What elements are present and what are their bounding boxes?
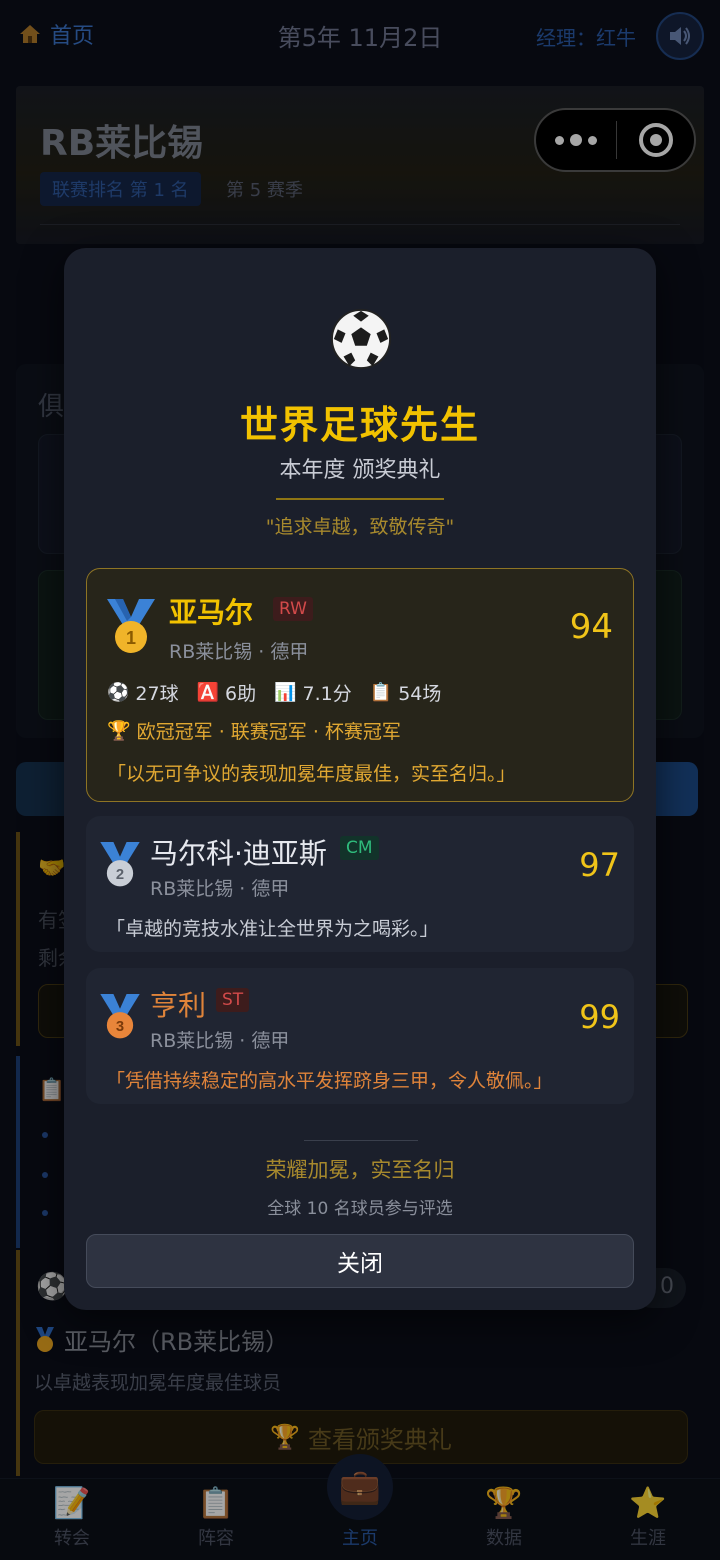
trophy-icon: 🏆 (107, 720, 131, 742)
player-club: RB莱比锡 · 德甲 (169, 641, 309, 663)
player-club: RB莱比锡 · 德甲 (150, 1030, 290, 1052)
bronze-medal-icon: 3 (100, 994, 140, 1039)
assist-icon: 🅰️ (196, 682, 220, 703)
stat-apps: 📋 54场 (370, 679, 442, 706)
position-badge: CM (340, 836, 379, 860)
winner-card-third: 3 亨利 ST RB莱比锡 · 德甲 99 「凭借持续稳定的高水平发挥跻身三甲，… (86, 968, 634, 1104)
clipboard-icon: 📋 (369, 682, 393, 703)
soccer-ball-icon (330, 308, 392, 370)
footer-divider (304, 1140, 418, 1141)
player-quote: 「卓越的竞技水准让全世界为之喝彩。」 (106, 918, 439, 940)
stat-assists: 🅰️ 6助 (197, 679, 257, 706)
winner-card-second: 2 马尔科·迪亚斯 CM RB莱比锡 · 德甲 97 「卓越的竞技水准让全世界为… (86, 816, 634, 952)
award-motto: "追求卓越，致敬传奇" (265, 516, 455, 538)
player-name: 亨利 (150, 989, 207, 1022)
voter-count: 全球 10 名球员参与评选 (267, 1199, 453, 1219)
player-honors: 🏆 欧冠冠军 · 联赛冠军 · 杯赛冠军 (107, 717, 401, 744)
player-club: RB莱比锡 · 德甲 (150, 878, 290, 900)
stat-avg-rating: 📊 7.1分 (274, 679, 352, 706)
player-rating: 99 (579, 998, 620, 1036)
player-quote: 「以无可争议的表现加冕年度最佳，实至名归。」 (107, 763, 516, 785)
position-badge: ST (216, 988, 250, 1012)
stat-goals: ⚽ 27球 (107, 679, 179, 706)
glory-tagline: 荣耀加冕，实至名归 (265, 1158, 455, 1182)
silver-medal-icon: 2 (100, 842, 140, 887)
svg-text:2: 2 (116, 867, 124, 883)
award-title: 世界足球先生 (239, 403, 480, 447)
stat-value: 7.1分 (302, 683, 352, 705)
soccer-ball-icon: ⚽ (107, 682, 130, 703)
player-quote: 「凭借持续稳定的高水平发挥跻身三甲，令人敬佩。」 (106, 1070, 553, 1092)
player-rating: 97 (579, 846, 620, 884)
svg-text:3: 3 (116, 1019, 124, 1035)
player-rating: 94 (569, 607, 613, 647)
player-name: 马尔科·迪亚斯 (150, 837, 327, 870)
svg-text:1: 1 (126, 628, 136, 648)
stat-value: 27球 (135, 683, 179, 705)
stat-value: 54场 (398, 683, 442, 705)
award-ceremony-modal: 世界足球先生 本年度 颁奖典礼 "追求卓越，致敬传奇" 1 亚马尔 RW RB莱… (64, 248, 656, 1310)
stat-value: 6助 (225, 683, 257, 705)
close-button[interactable]: 关闭 (86, 1234, 634, 1288)
winner-card-first: 1 亚马尔 RW RB莱比锡 · 德甲 94 ⚽ 27球 🅰️ 6助 📊 7.1分 📋… (86, 568, 634, 802)
position-badge: RW (273, 597, 313, 621)
honors-text: 欧冠冠军 · 联赛冠军 · 杯赛冠军 (136, 721, 401, 743)
title-divider (276, 498, 444, 500)
player-name: 亚马尔 (169, 596, 254, 629)
gold-medal-icon: 1 (107, 599, 155, 653)
bar-chart-icon: 📊 (274, 682, 297, 703)
award-subtitle: 本年度 颁奖典礼 (279, 458, 441, 483)
player-stats: ⚽ 27球 🅰️ 6助 📊 7.1分 📋 54场 (107, 679, 441, 706)
